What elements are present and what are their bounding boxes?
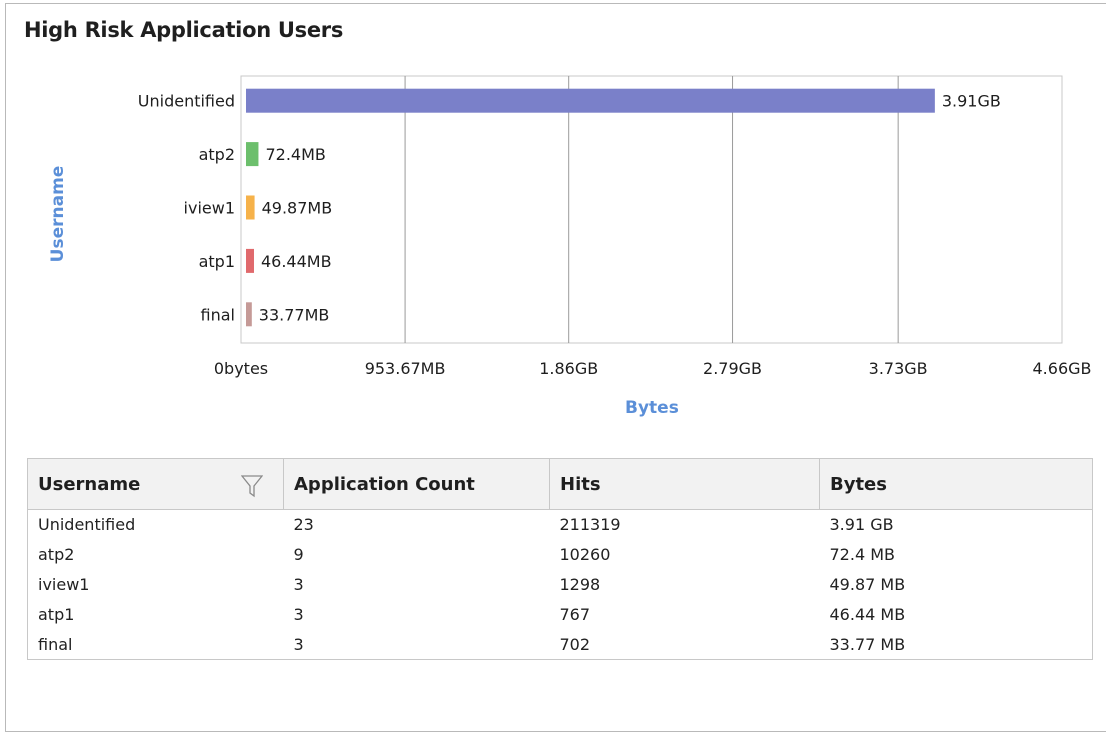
bar-unidentified[interactable] [246,88,935,113]
bar-final[interactable] [246,302,252,327]
col-header-bytes[interactable]: Bytes [819,458,1093,510]
cell-app-count: 3 [293,605,304,624]
table-row[interactable]: iview1 3 1298 49.87 MB [28,570,1093,600]
table-row[interactable]: atp1 3 767 46.44 MB [28,600,1093,630]
cell-username: Unidentified [38,515,136,535]
cell-app-count: 9 [293,545,304,564]
table-row[interactable]: atp2 9 10260 72.4 MB [28,540,1093,570]
cell-bytes: 3.91 GB [829,515,894,535]
y-category-label: final [201,305,235,324]
cell-username: final [38,634,73,654]
cell-app-count: 23 [293,515,314,535]
high-risk-app-users-panel: High Risk Application Users 0bytes 953.67… [5,3,1106,732]
y-axis-title: Username [48,165,68,263]
plot-area [240,75,1063,344]
x-tick-label: 4.66GB [1033,359,1092,378]
cell-hits: 10260 [559,545,611,564]
bar-atp1[interactable] [246,248,254,273]
bar-value-label: 72.4MB [265,145,325,164]
bar-value-label: 33.77MB [259,305,330,324]
y-category-label: atp2 [199,145,235,164]
table-header-row: Username Application Count Hits Bytes [27,458,1093,510]
cell-hits: 211319 [559,515,621,535]
cell-username: iview1 [38,575,90,594]
users-table: Username Application Count Hits Bytes Un… [27,458,1093,660]
y-category-label: iview1 [184,199,235,218]
x-tick-label: 953.67MB [365,359,446,378]
cell-username: atp1 [38,605,75,624]
bar-atp2[interactable] [246,142,259,167]
y-category-label: atp1 [199,252,235,271]
x-tick-label: 1.86GB [539,359,598,378]
x-tick-label: 2.79GB [703,359,762,378]
x-tick-label: 3.73GB [869,359,928,378]
cell-hits: 1298 [559,575,601,594]
x-axis-title: Bytes [625,398,679,418]
cell-bytes: 72.4 MB [829,545,896,564]
bar-value-label: 49.87MB [262,199,333,218]
bar-value-label: 3.91GB [942,92,1001,111]
bar-chart: 0bytes 953.67MB 1.86GB 2.79GB 3.73GB 4.66GB Un… [138,75,1092,378]
col-header-username[interactable]: Username [27,458,284,510]
x-tick-label: 0bytes [214,359,268,378]
bar-iview1[interactable] [246,195,255,220]
col-header-username-label: Username [38,473,141,495]
cell-bytes: 33.77 MB [829,634,906,654]
bar-value-label: 46.44MB [261,252,332,271]
cell-bytes: 49.87 MB [829,575,906,594]
table-row[interactable]: Unidentified 23 211319 3.91 GB [28,510,1093,540]
cell-hits: 702 [559,634,591,654]
cell-bytes: 46.44 MB [829,605,906,624]
table-row[interactable]: final 3 702 33.77 MB [28,630,1093,660]
cell-username: atp2 [38,545,75,564]
cell-app-count: 3 [293,575,304,594]
filter-funnel-icon[interactable] [241,474,263,498]
col-header-app-count[interactable]: Application Count [283,458,550,510]
y-category-label: Unidentified [138,92,235,111]
cell-app-count: 3 [293,634,304,654]
col-header-hits[interactable]: Hits [549,458,820,510]
cell-hits: 767 [559,605,591,624]
